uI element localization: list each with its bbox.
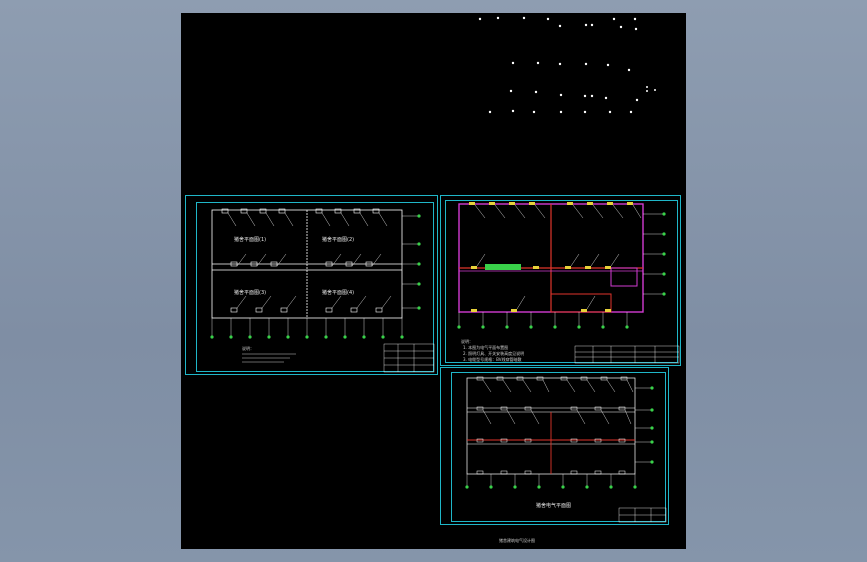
sheet-right-top-linework: [457, 202, 680, 364]
sheet-right-top-frame[interactable]: 说明： 1. 本图为电气平面布置图 2. 照明灯具、开关安装高度见说明 3. 电…: [440, 195, 681, 366]
drawing-caption: 猪舍建筑电气设计图: [499, 538, 535, 543]
cad-drawing-canvas[interactable]: 猪舍平面图(1) 猪舍平面图(2) 猪舍平面图(3) 猪舍平面图(4) 说明：: [181, 13, 686, 549]
room-label-3: 猪舍平面图(3): [234, 290, 267, 296]
note-line-3: 3. 电缆型号规格：BV线穿管暗敷: [463, 357, 522, 362]
room-label-4: 猪舍平面图(4): [322, 290, 355, 296]
sheet-title: 猪舍电气平面图: [536, 503, 572, 509]
room-label-2: 猪舍平面图(2): [322, 237, 355, 243]
sheet-left-frame[interactable]: 猪舍平面图(1) 猪舍平面图(2) 猪舍平面图(3) 猪舍平面图(4) 说明：: [185, 195, 438, 375]
sheet-right-bottom-frame[interactable]: 猪舍电气平面图: [440, 367, 669, 525]
sheet-left-linework: [210, 208, 435, 373]
room-label-1: 猪舍平面图(1): [234, 237, 267, 243]
notes-title: 说明：: [242, 346, 254, 351]
